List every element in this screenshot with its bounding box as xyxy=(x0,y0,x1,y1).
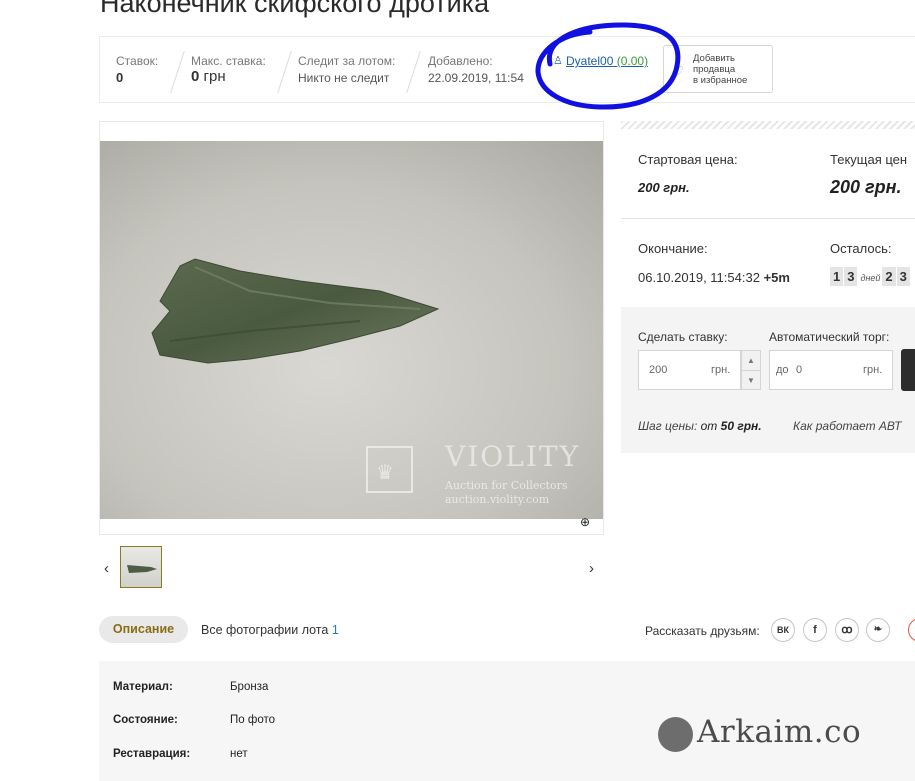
start-price-label: Стартовая цена: xyxy=(638,152,738,167)
divider xyxy=(621,218,915,219)
watching-label: Следит за лотом: xyxy=(298,54,396,68)
added-label: Добавлено: xyxy=(428,54,493,68)
bid-input-currency: грн. xyxy=(711,364,731,376)
bids-label: Ставок: xyxy=(116,54,159,68)
desc-val-restoration: нет xyxy=(230,748,248,760)
watermark-brand: VIOLITY xyxy=(445,440,581,473)
how-auto-link[interactable]: Как работает АВТ xyxy=(793,419,901,433)
desc-val-material: Бронза xyxy=(230,681,269,693)
end-value: 06.10.2019, 11:54:32 +5m xyxy=(638,270,790,285)
more-share-icon[interactable] xyxy=(908,618,915,642)
fav-line-1: Добавить xyxy=(693,53,735,64)
bids-value: 0 xyxy=(116,70,124,85)
fav-line-2: продавца xyxy=(693,64,736,75)
thumb-next-arrow-icon[interactable]: › xyxy=(589,560,594,577)
arkaim-logo-dot xyxy=(658,717,693,752)
tab-all-photos[interactable]: Все фотографии лота 1 xyxy=(201,623,339,637)
auto-bid-input[interactable]: до 0 грн. xyxy=(769,350,893,390)
countdown-timer: 1 3 дней 2 3 xyxy=(830,267,911,286)
end-label: Окончание: xyxy=(638,241,708,256)
time-left-label: Осталось: xyxy=(830,241,892,256)
current-price-value: 200 грн. xyxy=(830,177,902,197)
annotation-circle xyxy=(535,22,681,110)
watermark-crown-icon: ♛ xyxy=(366,446,413,493)
stepper-down-icon[interactable]: ▼ xyxy=(742,371,760,390)
place-bid-button[interactable] xyxy=(901,349,915,391)
watching-value: Никто не следит xyxy=(298,71,390,85)
vk-icon[interactable]: ВК xyxy=(771,618,795,642)
main-photo-frame[interactable]: ♛ VIOLITY Auction for Collectors auction… xyxy=(99,121,604,535)
desc-key-material: Материал: xyxy=(113,681,173,693)
watermark-sub: Auction for Collectors xyxy=(445,479,568,492)
current-price-label: Текущая цен xyxy=(830,152,908,167)
start-price-value: 200 грн. xyxy=(638,180,690,195)
desc-key-restoration: Реставрация: xyxy=(113,748,191,760)
facebook-icon[interactable]: f xyxy=(803,618,827,642)
lot-title: Наконечник скифского дротика xyxy=(100,0,490,18)
stepper-up-icon[interactable]: ▲ xyxy=(742,351,760,371)
price-step-note: Шаг цены: от 50 грн. xyxy=(638,419,762,433)
watermark-url: auction.violity.com xyxy=(445,493,550,506)
bid-input[interactable]: 200 грн. xyxy=(638,350,741,390)
arkaim-watermark: Arkaim.co xyxy=(697,714,862,750)
twitter-icon[interactable]: ❧ xyxy=(866,618,890,642)
bid-stepper[interactable]: ▲ ▼ xyxy=(741,350,761,390)
fav-line-3: в избранное xyxy=(693,75,748,86)
thumbnail-image xyxy=(127,565,157,573)
photo-thumbnail[interactable] xyxy=(120,546,162,588)
desc-key-condition: Состояние: xyxy=(113,714,178,726)
odnoklassniki-icon[interactable]: ꝏ xyxy=(835,618,859,642)
panel-hatch xyxy=(621,121,915,129)
auto-bid-label: Автоматический торг: xyxy=(769,330,890,344)
bid-input-value: 200 xyxy=(649,364,668,376)
tab-description[interactable]: Описание xyxy=(99,616,188,643)
zoom-icon[interactable]: ⊕ xyxy=(580,515,590,529)
max-bid-label: Макс. ставка: xyxy=(191,54,266,68)
max-bid-value: 0 грн xyxy=(191,68,226,85)
share-label: Рассказать друзьям: xyxy=(645,624,760,638)
desc-val-condition: По фото xyxy=(230,714,275,726)
thumb-prev-arrow-icon[interactable]: ‹ xyxy=(104,560,109,577)
bid-label: Сделать ставку: xyxy=(638,330,728,344)
auto-bid-prefix: до xyxy=(776,364,789,376)
auto-bid-value: 0 xyxy=(796,364,803,376)
auto-bid-currency: грн. xyxy=(863,364,883,376)
added-value: 22.09.2019, 11:54 xyxy=(428,71,524,85)
